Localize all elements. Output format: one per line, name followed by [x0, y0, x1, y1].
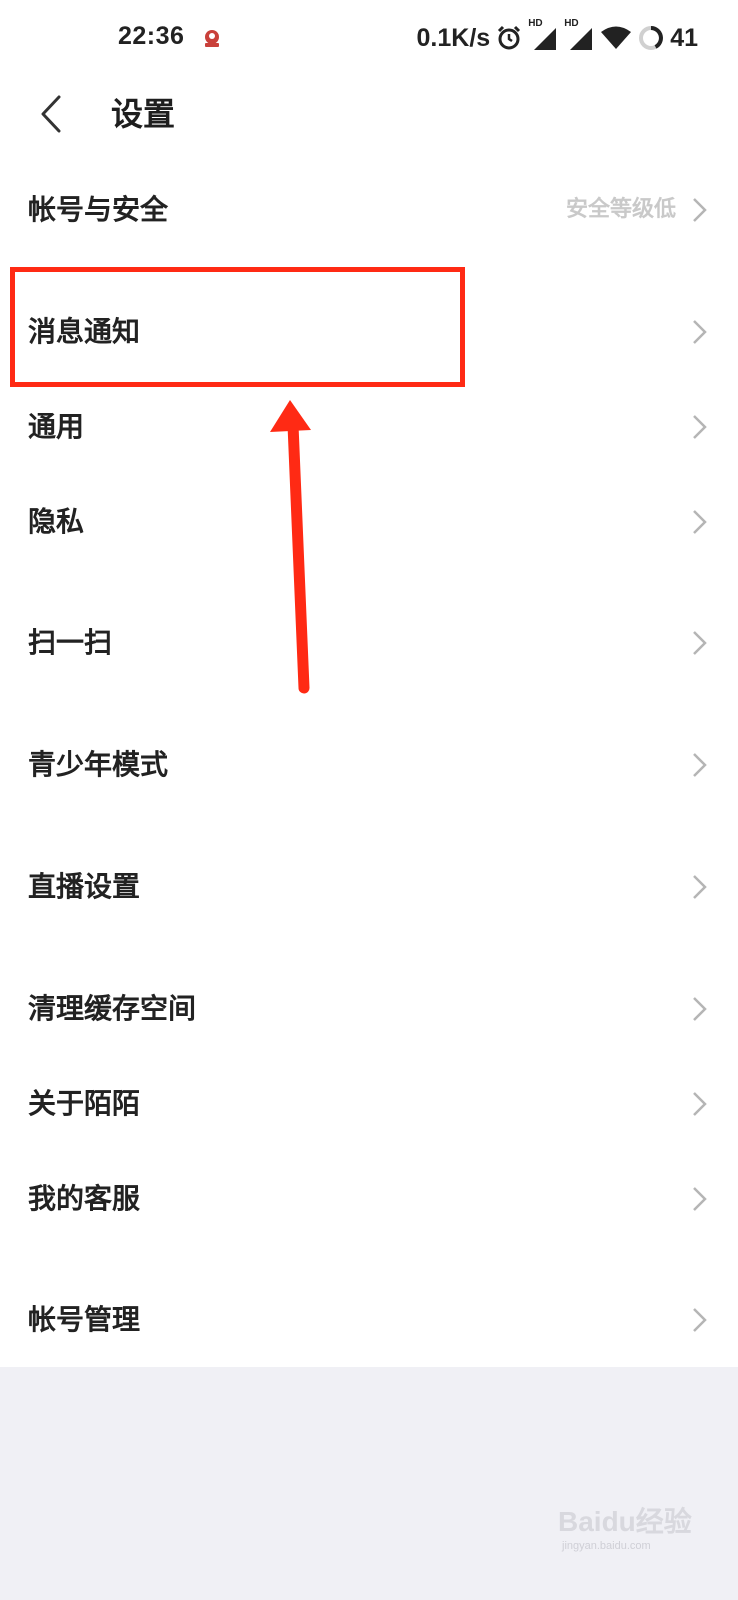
annotation-arrow-icon [270, 400, 311, 694]
watermark-sub: jingyan.baidu.com [562, 1540, 651, 1552]
baidu-watermark: Baidu经验 jingyan.baidu.com [558, 1500, 728, 1552]
watermark-text: Baidu经验 [558, 1506, 692, 1537]
